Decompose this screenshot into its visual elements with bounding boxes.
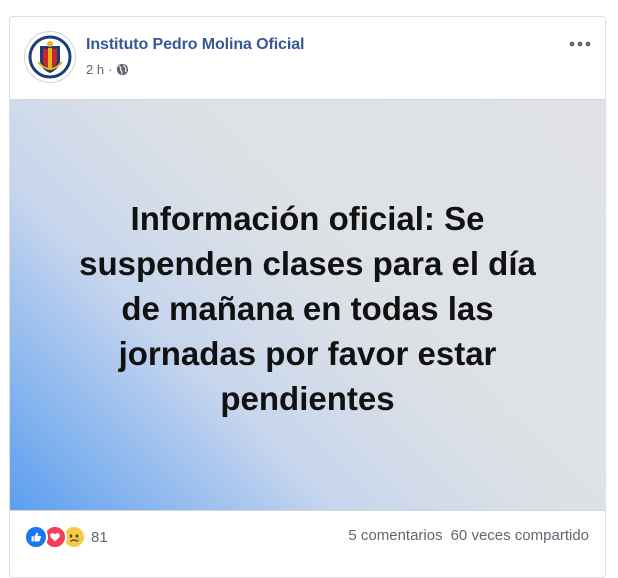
page-avatar[interactable] bbox=[24, 31, 76, 83]
reaction-count[interactable]: 81 bbox=[91, 529, 108, 546]
post-header: Instituto Pedro Molina Oficial 2 h · bbox=[10, 17, 605, 99]
globe-icon[interactable] bbox=[116, 63, 129, 76]
post-image-text: Información oficial: Se suspenden clases… bbox=[79, 199, 536, 417]
page-name-link[interactable]: Instituto Pedro Molina Oficial bbox=[86, 36, 304, 54]
shares-count[interactable]: 60 veces compartido bbox=[451, 527, 589, 544]
engagement-counts: 5 comentarios 60 veces compartido bbox=[348, 527, 589, 544]
reactions-summary[interactable]: 81 bbox=[24, 525, 108, 549]
like-icon bbox=[24, 525, 48, 549]
post-card: Instituto Pedro Molina Oficial 2 h · Inf… bbox=[9, 16, 606, 578]
school-crest-logo bbox=[26, 33, 74, 81]
post-meta: 2 h · bbox=[86, 62, 129, 77]
comments-count[interactable]: 5 comentarios bbox=[348, 527, 442, 544]
post-footer: 81 5 comentarios 60 veces compartido bbox=[10, 510, 605, 560]
more-options-icon[interactable] bbox=[567, 34, 593, 54]
meta-separator: · bbox=[108, 62, 113, 77]
post-text-image[interactable]: Información oficial: Se suspenden clases… bbox=[10, 99, 605, 511]
post-timestamp[interactable]: 2 h bbox=[86, 62, 104, 77]
